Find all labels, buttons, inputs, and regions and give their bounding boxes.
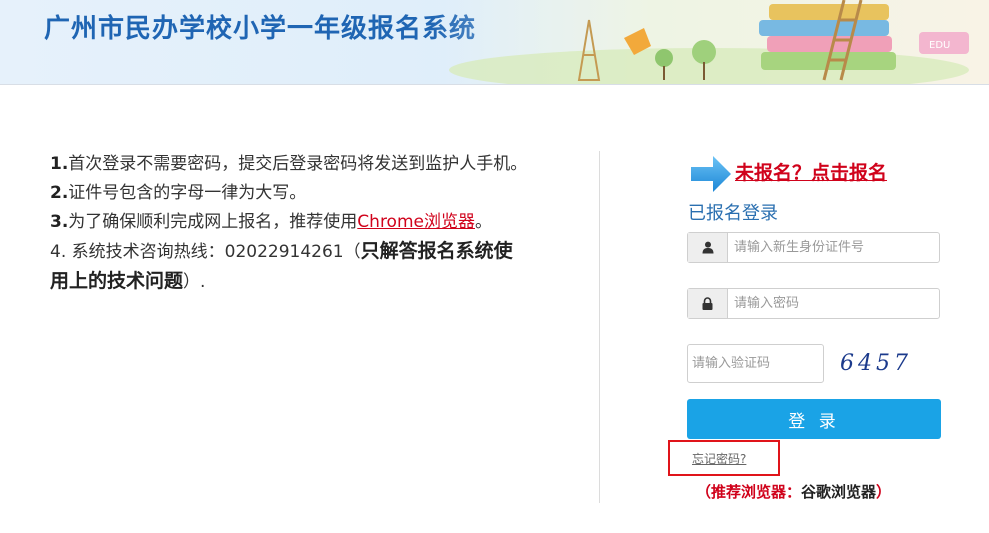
notice-item-1: 1.首次登录不需要密码，提交后登录密码将发送到监护人手机。 xyxy=(50,150,530,179)
forgot-password-link[interactable]: 忘记密码? xyxy=(692,450,746,467)
column-divider xyxy=(599,151,600,503)
user-icon xyxy=(688,233,728,262)
password-input[interactable] xyxy=(728,289,939,318)
notice-text: 。 xyxy=(474,212,492,232)
login-title: 已报名登录 xyxy=(688,203,778,224)
svg-text:EDU: EDU xyxy=(929,40,950,51)
recommended-browser-note: （推荐浏览器：谷歌浏览器） xyxy=(696,481,891,502)
notice-number: 1. xyxy=(50,154,69,174)
register-link[interactable]: 未报名？点击报名 xyxy=(735,158,887,185)
header-illustration: EDU xyxy=(429,0,989,84)
notice-item-4: 4. 系统技术咨询热线：02022914261（只解答报名系统使用上的技术问题）… xyxy=(50,237,530,297)
notice-text: ）. xyxy=(183,272,206,292)
notice-item-2: 2.证件号包含的字母一律为大写。 xyxy=(50,179,530,208)
notice-text: 首次登录不需要密码，提交后登录密码将发送到监护人手机。 xyxy=(68,154,528,174)
notice-number: 2. xyxy=(50,183,69,203)
login-button[interactable]: 登 录 xyxy=(687,399,941,439)
page-title: 广州市民办学校小学一年级报名系统 xyxy=(44,14,477,44)
arrow-right-icon xyxy=(691,156,731,192)
notice-panel: 1.首次登录不需要密码，提交后登录密码将发送到监护人手机。 2.证件号包含的字母… xyxy=(50,150,530,297)
notice-text: 为了确保顺利完成网上报名，推荐使用 xyxy=(68,212,358,232)
chrome-browser-link[interactable]: Chrome浏览器 xyxy=(357,212,475,232)
hotline-text: 4. 系统技术咨询热线：02022914261（ xyxy=(50,242,361,262)
notice-item-3: 3.为了确保顺利完成网上报名，推荐使用Chrome浏览器。 xyxy=(50,208,530,237)
lock-icon xyxy=(688,289,728,318)
captcha-image[interactable]: 6457 xyxy=(840,348,910,380)
password-field xyxy=(687,288,940,319)
page-header: 广州市民办学校小学一年级报名系统 EDU xyxy=(0,0,989,85)
id-number-field xyxy=(687,232,940,263)
recommend-prefix: （推荐浏览器： xyxy=(696,483,802,501)
notice-number: 3. xyxy=(50,212,69,232)
id-number-input[interactable] xyxy=(728,233,939,262)
recommend-suffix: ） xyxy=(876,483,892,501)
captcha-input[interactable] xyxy=(687,344,824,383)
notice-text: 证件号包含的字母一律为大写。 xyxy=(68,183,307,203)
recommend-browser-name: 谷歌浏览器 xyxy=(801,483,877,501)
